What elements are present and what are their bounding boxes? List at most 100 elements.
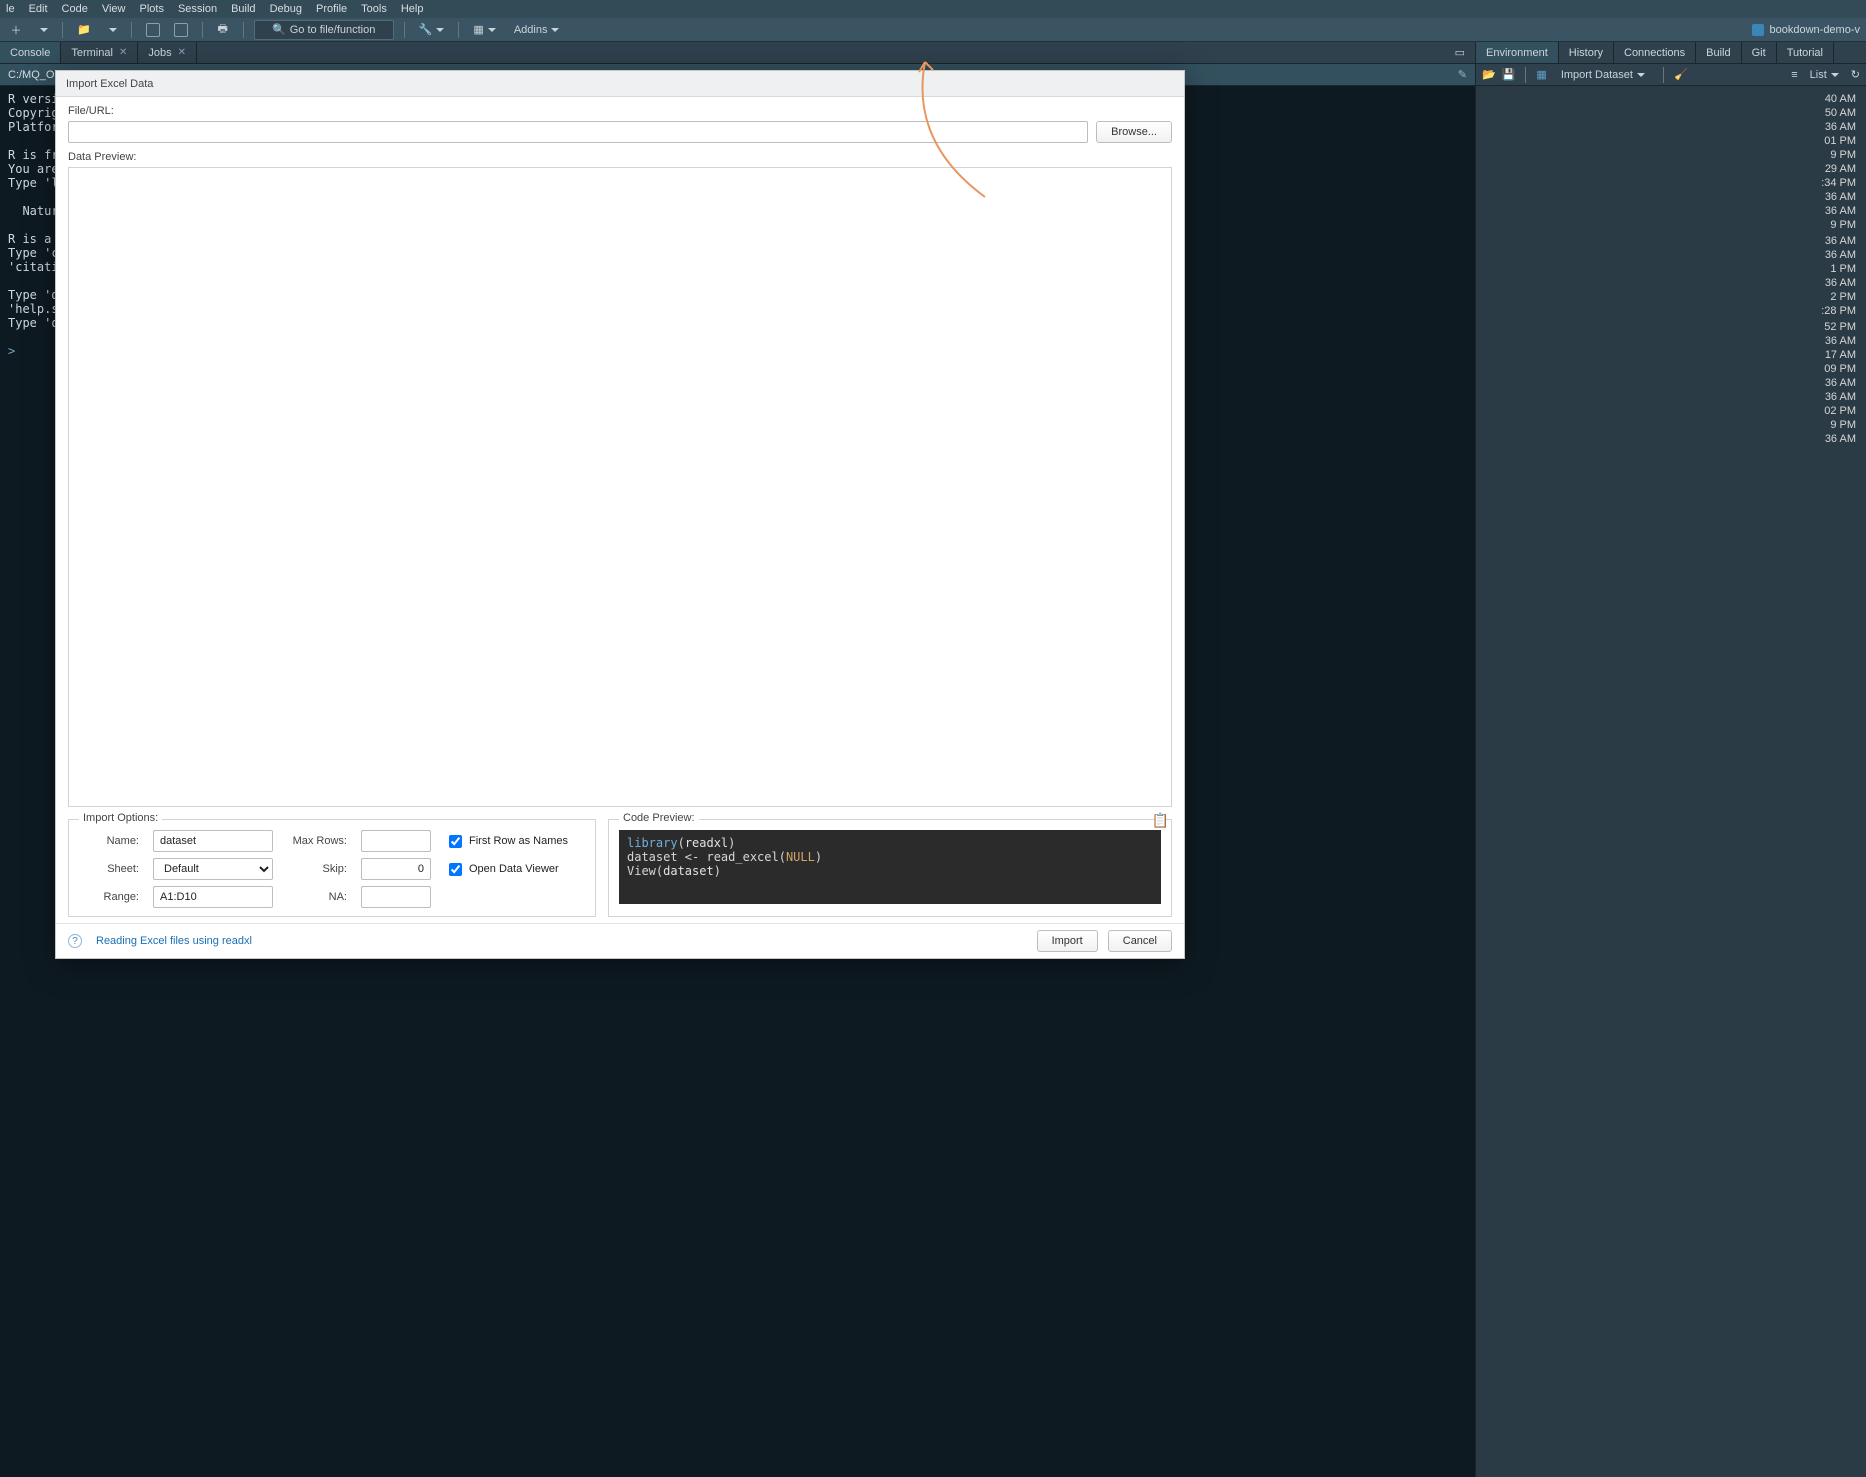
list-item[interactable]: 36 AM (1476, 234, 1866, 248)
list-item[interactable]: 52 PM (1476, 320, 1866, 334)
tab-history[interactable]: History (1559, 42, 1614, 63)
list-item[interactable]: 9 PM (1476, 148, 1866, 162)
code-preview-text[interactable]: library(readxl) dataset <- read_excel(NU… (619, 830, 1161, 904)
first-row-check[interactable] (449, 835, 462, 848)
list-item[interactable]: 29 AM (1476, 162, 1866, 176)
menu-view[interactable]: View (102, 3, 126, 15)
tab-console[interactable]: Console (0, 42, 61, 63)
clear-console-icon[interactable]: ✎ (1458, 68, 1467, 81)
menu-tools[interactable]: Tools (361, 3, 387, 15)
goto-file-label: Go to file/function (290, 24, 376, 36)
list-item[interactable]: 2 PM (1476, 290, 1866, 304)
file-url-input[interactable] (68, 121, 1088, 143)
open-viewer-check[interactable] (449, 863, 462, 876)
open-dropdown[interactable] (101, 20, 121, 40)
print-icon[interactable]: 🖶 (213, 20, 233, 40)
dialog-title: Import Excel Data (56, 71, 1184, 97)
save-icon[interactable] (142, 20, 164, 40)
range-label: Range: (79, 891, 139, 903)
menu-edit[interactable]: Edit (29, 3, 48, 15)
list-item[interactable]: 36 AM (1476, 204, 1866, 218)
menu-file[interactable]: le (6, 3, 15, 15)
tab-history-label: History (1569, 47, 1603, 59)
first-row-checkbox[interactable]: First Row as Names (445, 832, 585, 851)
skip-input[interactable] (361, 858, 431, 880)
menu-build[interactable]: Build (231, 3, 255, 15)
list-item[interactable]: 50 AM (1476, 106, 1866, 120)
tab-connections-label: Connections (1624, 47, 1685, 59)
tab-build-label: Build (1706, 47, 1730, 59)
list-item[interactable]: :28 PM (1476, 304, 1866, 318)
tab-environment[interactable]: Environment (1476, 42, 1559, 63)
help-icon[interactable]: ? (68, 934, 82, 948)
menu-session[interactable]: Session (178, 3, 217, 15)
menu-code[interactable]: Code (62, 3, 88, 15)
list-item[interactable]: 9 PM (1476, 218, 1866, 232)
list-item[interactable]: :34 PM (1476, 176, 1866, 190)
list-item[interactable]: 36 AM (1476, 376, 1866, 390)
list-item[interactable]: 36 AM (1476, 190, 1866, 204)
list-item[interactable]: 9 PM (1476, 418, 1866, 432)
list-item[interactable]: 36 AM (1476, 334, 1866, 348)
project-selector[interactable]: bookdown-demo-v (1752, 24, 1861, 36)
name-label: Name: (79, 835, 139, 847)
tab-console-label: Console (10, 47, 50, 59)
menu-debug[interactable]: Debug (270, 3, 302, 15)
list-item[interactable]: 36 AM (1476, 248, 1866, 262)
open-folder-icon[interactable]: 📁 (73, 20, 95, 40)
tab-tutorial[interactable]: Tutorial (1777, 42, 1834, 63)
list-item[interactable]: 02 PM (1476, 404, 1866, 418)
close-icon[interactable]: ✕ (178, 47, 186, 58)
console-prompt[interactable]: > (8, 344, 22, 358)
list-item[interactable]: 36 AM (1476, 120, 1866, 134)
list-item[interactable]: 17 AM (1476, 348, 1866, 362)
list-item[interactable]: 01 PM (1476, 134, 1866, 148)
list-item[interactable]: 09 PM (1476, 362, 1866, 376)
sheet-select[interactable]: Default (153, 858, 273, 880)
clear-env-icon[interactable]: 🧹 (1674, 68, 1688, 81)
save-workspace-icon[interactable]: 💾 (1502, 68, 1516, 81)
new-file-icon[interactable]: ＋ (6, 20, 26, 40)
cancel-button[interactable]: Cancel (1108, 930, 1172, 952)
name-input[interactable] (153, 830, 273, 852)
grid-dropdown[interactable]: ▦ (469, 20, 499, 40)
tab-jobs-label: Jobs (148, 47, 171, 59)
tab-terminal[interactable]: Terminal✕ (61, 42, 138, 63)
tab-connections[interactable]: Connections (1614, 42, 1696, 63)
help-link[interactable]: Reading Excel files using readxl (96, 935, 252, 947)
list-view-dropdown[interactable]: List (1802, 65, 1847, 85)
separator (1663, 67, 1664, 83)
na-input[interactable] (361, 886, 431, 908)
menubar: le Edit Code View Plots Session Build De… (0, 0, 1866, 18)
save-all-icon[interactable] (170, 20, 192, 40)
list-item[interactable]: 36 AM (1476, 390, 1866, 404)
maxrows-input[interactable] (361, 830, 431, 852)
na-label: NA: (287, 891, 347, 903)
menu-profile[interactable]: Profile (316, 3, 347, 15)
list-item[interactable]: 36 AM (1476, 432, 1866, 446)
import-button[interactable]: Import (1037, 930, 1098, 952)
pane-maximize-icon[interactable]: ▭ (1445, 42, 1475, 63)
list-item[interactable]: 36 AM (1476, 276, 1866, 290)
tools-dropdown[interactable]: 🔧 (415, 20, 449, 40)
menu-help[interactable]: Help (401, 3, 424, 15)
new-file-dropdown[interactable] (32, 20, 52, 40)
separator (202, 22, 203, 38)
copy-icon[interactable]: 📋 (1152, 812, 1169, 829)
separator (62, 22, 63, 38)
goto-file-button[interactable]: 🔍Go to file/function (254, 20, 394, 40)
tab-git[interactable]: Git (1742, 42, 1777, 63)
tab-jobs[interactable]: Jobs ✕ (138, 42, 197, 63)
menu-plots[interactable]: Plots (139, 3, 163, 15)
import-dataset-dropdown[interactable]: Import Dataset (1553, 65, 1653, 85)
load-workspace-icon[interactable]: 📂 (1482, 68, 1496, 81)
close-icon[interactable]: ✕ (119, 47, 127, 58)
addins-dropdown[interactable]: Addins (506, 20, 568, 40)
tab-build[interactable]: Build (1696, 42, 1741, 63)
open-viewer-checkbox[interactable]: Open Data Viewer (445, 860, 585, 879)
list-item[interactable]: 1 PM (1476, 262, 1866, 276)
range-input[interactable] (153, 886, 273, 908)
list-item[interactable]: 40 AM (1476, 92, 1866, 106)
refresh-icon[interactable]: ↻ (1851, 68, 1860, 81)
browse-button[interactable]: Browse... (1096, 121, 1172, 143)
